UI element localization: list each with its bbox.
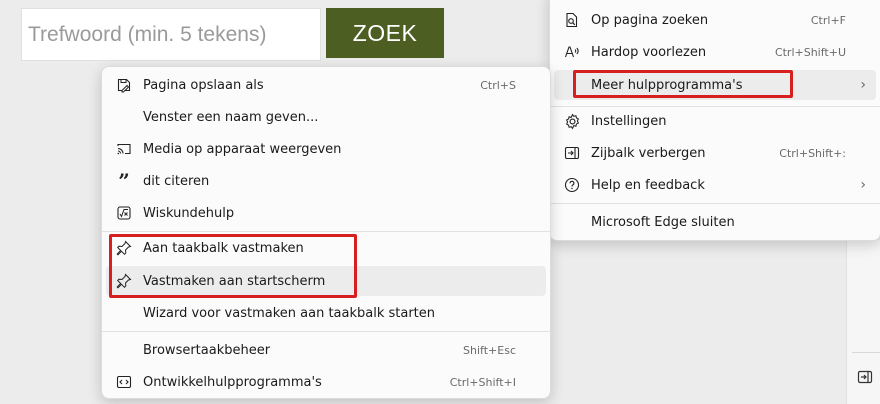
help-icon bbox=[563, 176, 581, 194]
cast-icon bbox=[115, 140, 133, 158]
chevron-right-icon: › bbox=[860, 177, 866, 193]
menu-item-pin-start[interactable]: Vastmaken aan startscherm bbox=[106, 266, 546, 296]
menu-item-more-tools[interactable]: Meer hulpprogramma's › bbox=[554, 70, 876, 100]
sidebar-toggle-icon[interactable] bbox=[857, 369, 873, 385]
developer-tools-icon bbox=[115, 373, 133, 391]
menu-item-label: Aan taakbalk vastmaken bbox=[143, 240, 304, 256]
menu-item-pin-taskbar[interactable]: Aan taakbalk vastmaken bbox=[106, 233, 546, 263]
gear-icon bbox=[563, 112, 581, 130]
math-solver-icon bbox=[115, 204, 133, 222]
menu-item-label: Media op apparaat weergeven bbox=[143, 141, 342, 157]
menu-item-read-aloud[interactable]: Hardop voorlezen Ctrl+Shift+U bbox=[554, 37, 876, 67]
menu-item-task-manager[interactable]: Browsertaakbeheer Shift+Esc bbox=[106, 335, 546, 365]
menu-item-label: Hardop voorlezen bbox=[591, 44, 707, 60]
menu-item-label: Help en feedback bbox=[591, 177, 705, 193]
find-in-page-icon bbox=[563, 11, 581, 29]
chevron-right-icon: › bbox=[860, 77, 866, 93]
browser-main-menu: Op pagina zoeken Ctrl+F Hardop voorlezen… bbox=[549, 0, 880, 241]
menu-item-label: Wiskundehulp bbox=[143, 205, 235, 221]
menu-item-label: dit citeren bbox=[143, 173, 210, 189]
sidebar-divider bbox=[852, 352, 880, 353]
menu-item-shortcut: Ctrl+S bbox=[480, 78, 516, 92]
menu-item-label: Browsertaakbeheer bbox=[143, 342, 271, 358]
menu-item-cast-media[interactable]: Media op apparaat weergeven bbox=[106, 134, 546, 164]
menu-item-shortcut: Ctrl+Shift+U bbox=[774, 45, 846, 59]
menu-item-name-window[interactable]: Venster een naam geven... bbox=[106, 102, 546, 132]
menu-divider bbox=[102, 231, 550, 232]
menu-item-label: Microsoft Edge sluiten bbox=[591, 214, 735, 230]
menu-item-developer-tools[interactable]: Ontwikkelhulpprogramma's Ctrl+Shift+I bbox=[106, 367, 546, 397]
menu-item-find-on-page[interactable]: Op pagina zoeken Ctrl+F bbox=[554, 5, 876, 35]
pin-icon bbox=[115, 239, 133, 257]
menu-item-shortcut: Shift+Esc bbox=[463, 343, 516, 357]
menu-item-settings[interactable]: Instellingen bbox=[554, 106, 876, 136]
read-aloud-icon bbox=[563, 43, 581, 61]
menu-item-save-page-as[interactable]: Pagina opslaan als Ctrl+S bbox=[106, 70, 546, 100]
menu-divider bbox=[102, 331, 550, 332]
menu-item-label: Vastmaken aan startscherm bbox=[143, 273, 326, 289]
quote-icon: ” bbox=[118, 169, 130, 193]
menu-item-label: Instellingen bbox=[591, 113, 667, 129]
menu-item-close-edge[interactable]: Microsoft Edge sluiten bbox=[554, 207, 876, 237]
menu-item-label: Op pagina zoeken bbox=[591, 12, 709, 28]
save-page-icon bbox=[115, 76, 133, 94]
menu-item-label: Zijbalk verbergen bbox=[591, 145, 706, 161]
menu-item-shortcut: Ctrl+Shift+: bbox=[779, 146, 846, 160]
search-input[interactable] bbox=[21, 8, 321, 61]
menu-item-label: Venster een naam geven... bbox=[143, 109, 319, 125]
menu-item-shortcut: Ctrl+F bbox=[810, 13, 846, 27]
more-tools-submenu: Pagina opslaan als Ctrl+S Venster een na… bbox=[101, 66, 551, 399]
menu-item-math-solver[interactable]: Wiskundehulp bbox=[106, 198, 546, 228]
menu-item-pin-wizard[interactable]: Wizard voor vastmaken aan taakbalk start… bbox=[106, 298, 546, 328]
menu-item-label: Ontwikkelhulpprogramma's bbox=[143, 374, 322, 390]
menu-item-label: Wizard voor vastmaken aan taakbalk start… bbox=[143, 305, 436, 321]
sidebar-icon bbox=[563, 144, 581, 162]
menu-item-label: Meer hulpprogramma's bbox=[591, 77, 743, 93]
menu-item-cite[interactable]: ” dit citeren bbox=[106, 166, 546, 196]
search-button[interactable]: ZOEK bbox=[326, 8, 444, 58]
pin-icon bbox=[115, 272, 133, 290]
menu-item-help-feedback[interactable]: Help en feedback › bbox=[554, 170, 876, 200]
menu-item-shortcut: Ctrl+Shift+I bbox=[449, 375, 516, 389]
menu-item-hide-sidebar[interactable]: Zijbalk verbergen Ctrl+Shift+: bbox=[554, 138, 876, 168]
menu-divider bbox=[550, 203, 880, 204]
menu-item-label: Pagina opslaan als bbox=[143, 77, 264, 93]
